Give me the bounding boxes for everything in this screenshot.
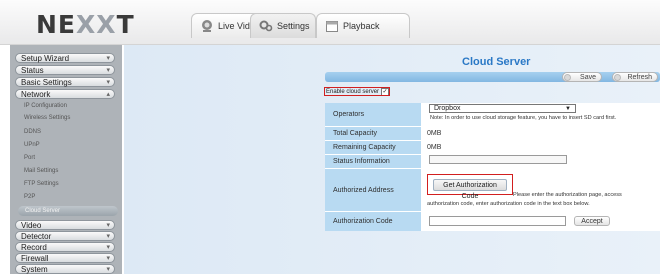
cloud-form: Operators Total Capacity 0MB Remaining C… [325,103,660,231]
sidebar-subitem-cloud-server[interactable]: Cloud Server [18,206,118,216]
sidebar-item-detector[interactable]: Detector ▾ [15,231,115,241]
nexxt-logo: NEXXT [36,10,135,39]
chevron-down-icon: ▾ [106,244,110,251]
sidebar-item-firewall[interactable]: Firewall ▾ [15,253,115,263]
sidebar-item-system[interactable]: System ▾ [15,264,115,274]
accept-button[interactable]: Accept [574,216,610,226]
operators-select[interactable]: Dropbox ▼ [429,104,576,113]
remaining-capacity-label: Remaining Capacity [325,141,421,154]
authorization-code-label: Authorization Code [325,212,421,231]
tab-playback[interactable]: Playback [316,13,410,38]
gears-icon [259,19,273,33]
sidebar-subitem-ddns[interactable]: DDNS [24,129,41,135]
chevron-down-icon: ▾ [106,222,110,229]
sidebar-item-setup-wizard[interactable]: Setup Wizard ▾ [15,53,115,63]
save-button[interactable]: Save [562,72,602,82]
sidebar-item-basic-settings[interactable]: Basic Settings ▾ [15,77,115,87]
chevron-down-icon: ▾ [106,79,110,86]
chevron-down-icon: ▼ [565,106,571,112]
total-capacity-label: Total Capacity [325,127,421,140]
status-information-field [429,155,567,164]
sidebar-subitem-wireless-settings[interactable]: Wireless Settings [24,115,70,121]
tab-settings[interactable]: Settings [250,13,316,38]
remaining-capacity-value: 0MB [427,144,442,151]
sidebar-subitem-port[interactable]: Port [24,155,35,161]
refresh-icon [614,74,621,81]
chevron-down-icon: ▾ [106,67,110,74]
sidebar-subitem-ip-configuration[interactable]: IP Configuration [24,103,67,109]
authorized-address-label: Authorized Address [325,169,421,211]
top-bar: NEXXT Live Video Settings Playback [0,0,660,45]
get-authorization-code-button[interactable]: Get Authorization Code [433,179,507,200]
operators-label: Operators [325,103,421,126]
sidebar-subitem-mail-settings[interactable]: Mail Settings [24,168,58,174]
save-icon [564,74,571,81]
sidebar: Setup Wizard ▾ Status ▾ Basic Settings ▾ Ne… [10,45,122,274]
sidebar-subitem-upnp[interactable]: UPnP [24,142,40,148]
highlight-box-enable [324,87,390,96]
chevron-down-icon: ▾ [106,55,110,62]
chevron-down-icon: ▾ [106,233,110,240]
total-capacity-value: 0MB [427,130,442,137]
auth-instructions-line1: Please enter the authorization page, acc… [513,192,622,198]
status-information-label: Status Information [325,155,421,168]
sidebar-subitem-p2p[interactable]: P2P [24,194,35,200]
sidebar-item-record[interactable]: Record ▾ [15,242,115,252]
authorization-code-input[interactable] [429,216,566,226]
chevron-up-icon: ▴ [106,91,110,98]
sidebar-item-network[interactable]: Network ▴ [15,89,115,99]
auth-instructions-line2: authorization code, enter authorization … [427,201,590,207]
camera-icon [200,19,214,33]
operators-note: Note: In order to use cloud storage feat… [430,115,617,121]
calendar-icon [325,19,339,33]
sidebar-item-video[interactable]: Video ▾ [15,220,115,230]
action-bar [325,72,660,82]
refresh-button[interactable]: Refresh [612,72,658,82]
chevron-down-icon: ▾ [106,255,110,262]
page-title: Cloud Server [462,56,531,68]
sidebar-item-status[interactable]: Status ▾ [15,65,115,75]
sidebar-subitem-ftp-settings[interactable]: FTP Settings [24,181,59,187]
